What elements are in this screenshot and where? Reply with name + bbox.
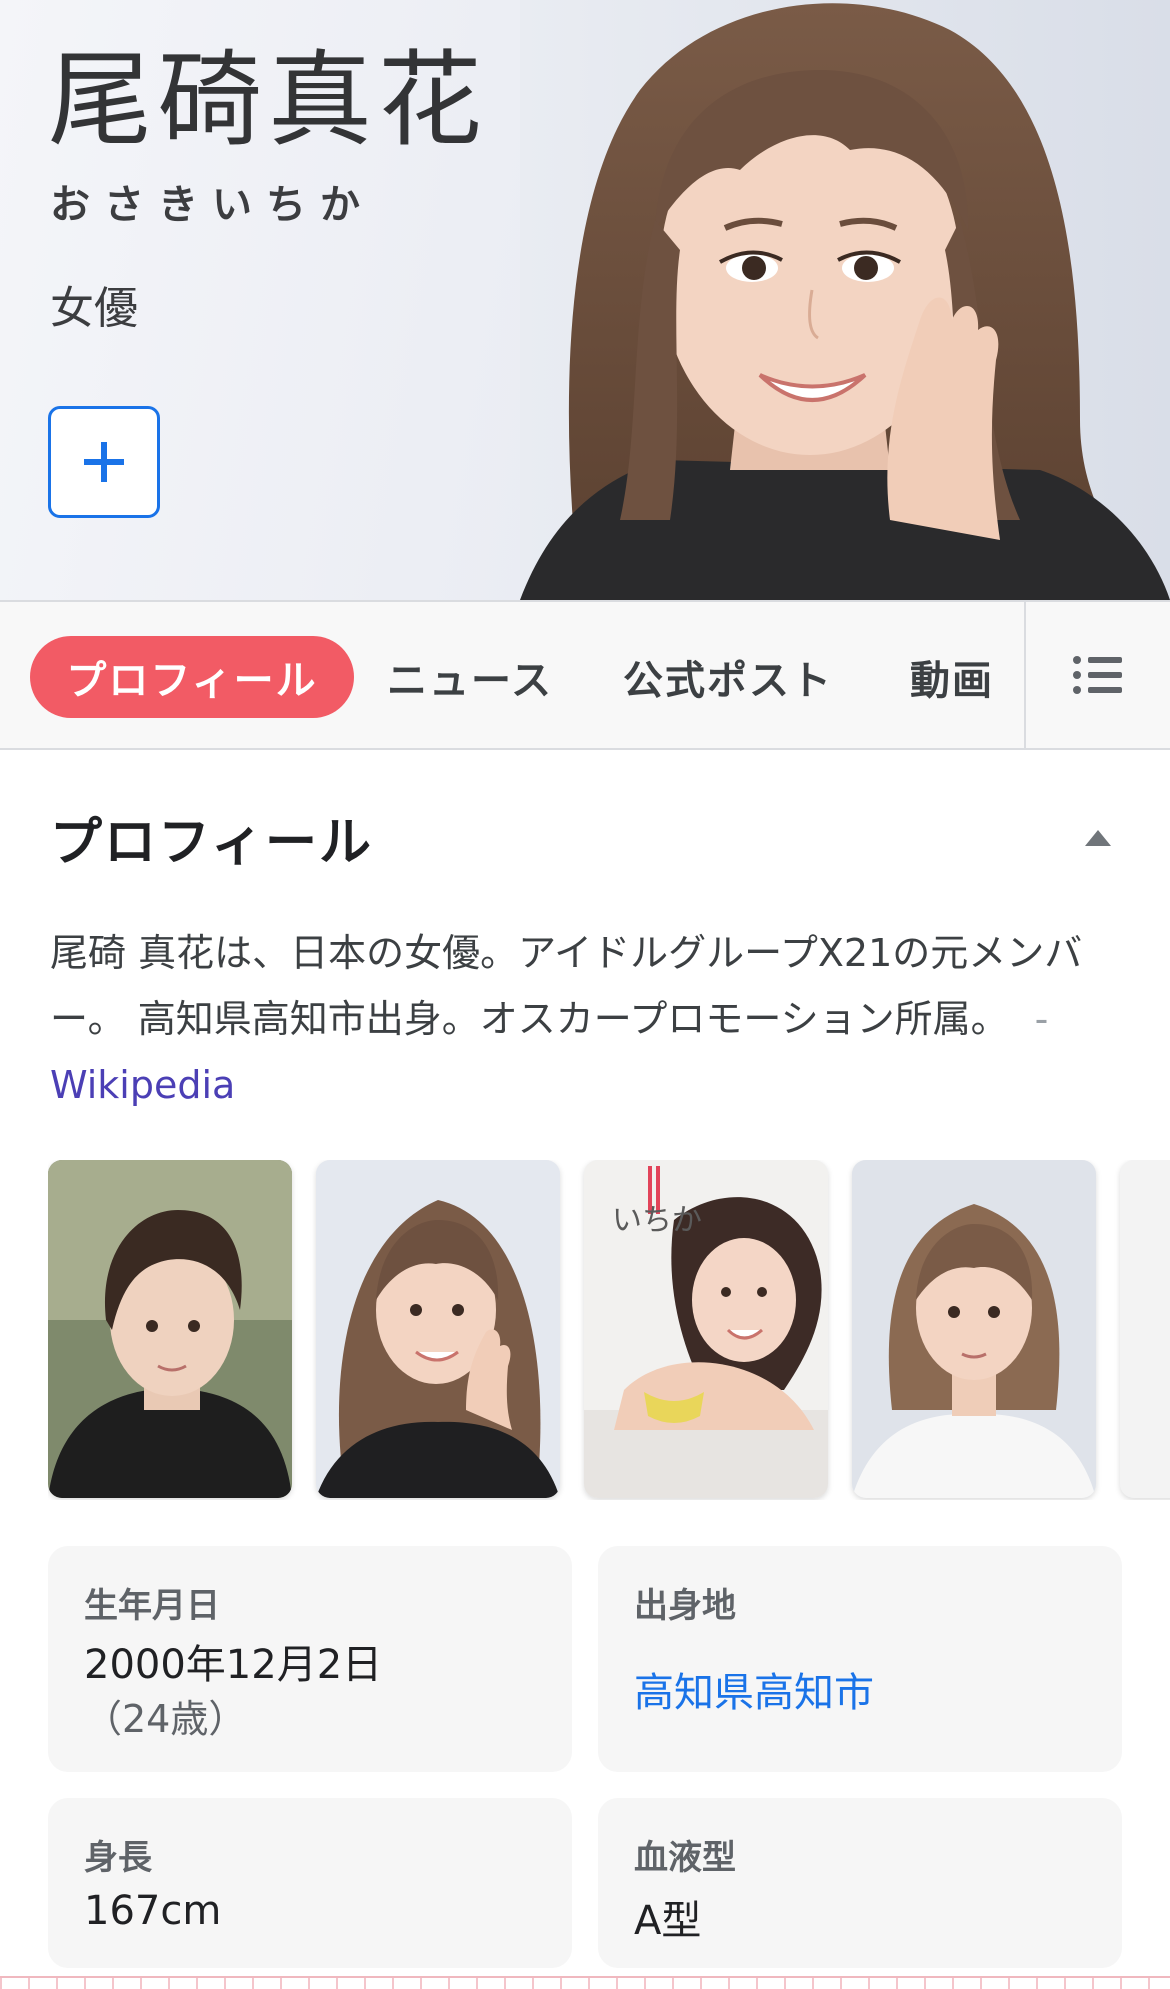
main-portrait-image[interactable] [520, 0, 1170, 600]
tab-videos[interactable]: 動画 [902, 636, 1002, 718]
wikipedia-link[interactable]: Wikipedia [50, 1063, 235, 1107]
partial-photo [1120, 1160, 1170, 1498]
tab-menu-button[interactable] [1024, 602, 1170, 748]
cover-title: いちか [612, 1203, 702, 1238]
collapse-button[interactable] [1076, 820, 1120, 856]
short-hair-photo [48, 1160, 292, 1498]
height-card: 身長 167cm [48, 1798, 572, 1968]
knowledge-panel-header: 尾碕真花 おさきいちか 女優 [0, 0, 1170, 600]
tab-bar: プロフィール ニュース 公式ポスト 動画 [0, 600, 1170, 750]
entity-name: 尾碕真花 [48, 39, 489, 161]
image-thumbnail[interactable] [1120, 1160, 1170, 1498]
triangle-up-icon [1085, 830, 1111, 846]
image-thumbnail[interactable] [48, 1160, 292, 1498]
blood-type-card: 血液型 A型 [598, 1798, 1122, 1968]
list-icon [1073, 656, 1122, 694]
entity-reading: おさきいちか [50, 182, 374, 228]
height-label: 身長 [84, 1838, 152, 1878]
bottom-decoration [0, 1976, 1170, 1989]
birthplace-label: 出身地 [634, 1586, 736, 1626]
chin-on-hand-photo [316, 1160, 560, 1498]
image-carousel: いちか [48, 1160, 1170, 1500]
tab-news[interactable]: ニュース [380, 636, 560, 718]
birthplace-card: 出身地 高知県高知市 [598, 1546, 1122, 1772]
tab-profile[interactable]: プロフィール [30, 636, 354, 718]
profile-section-title: プロフィール [50, 813, 373, 873]
birthdate-label: 生年月日 [84, 1586, 220, 1626]
plus-icon [84, 442, 124, 482]
profile-description-block: 尾碕 真花は、日本の女優。アイドルグループX21の元メンバー。 高知県高知市出身… [50, 920, 1120, 1118]
birthdate-value: 2000年12月2日 [84, 1642, 383, 1688]
age-value: （24歳） [84, 1697, 247, 1741]
image-thumbnail[interactable]: いちか [584, 1160, 828, 1498]
source-dash: - [1034, 997, 1049, 1041]
white-tee-photo [852, 1160, 1096, 1498]
blood-type-label: 血液型 [634, 1838, 736, 1878]
birthdate-card: 生年月日 2000年12月2日 （24歳） [48, 1546, 572, 1772]
entity-occupation: 女優 [50, 283, 138, 334]
birthplace-link[interactable]: 高知県高知市 [634, 1660, 874, 1718]
height-value: 167cm [84, 1888, 222, 1934]
photobook-cover: いちか [584, 1160, 828, 1498]
image-thumbnail[interactable] [852, 1160, 1096, 1498]
profile-description: 尾碕 真花は、日本の女優。アイドルグループX21の元メンバー。 高知県高知市出身… [50, 931, 1083, 1041]
image-thumbnail[interactable] [316, 1160, 560, 1498]
blood-type-value: A型 [634, 1898, 702, 1944]
follow-button[interactable] [48, 406, 160, 518]
tab-official-posts[interactable]: 公式ポスト [620, 636, 836, 718]
